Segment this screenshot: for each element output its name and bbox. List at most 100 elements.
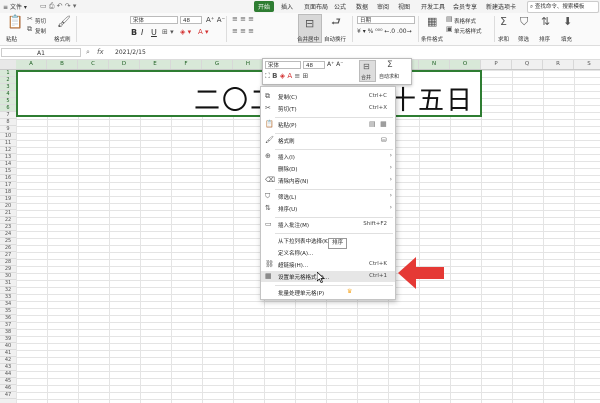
row-header-6[interactable]: 6 [0, 105, 16, 112]
select-all-corner[interactable] [0, 60, 17, 70]
cell-style-button[interactable]: 单元格样式 [454, 27, 482, 35]
fx-icon[interactable]: fx [97, 48, 104, 56]
fill-button[interactable]: 填充 [561, 35, 572, 43]
row-header-37[interactable]: 37 [0, 322, 16, 329]
sum-button[interactable]: 求和 [498, 35, 509, 43]
mini-font-size[interactable]: 48 [303, 61, 325, 69]
column-header-r[interactable]: R [543, 60, 574, 69]
menu-batch-process[interactable]: 批量处理单元格(P) ♛ [261, 287, 395, 298]
menu-insert[interactable]: ⊕ 插入(I) › [261, 151, 395, 162]
row-header-4[interactable]: 4 [0, 91, 16, 98]
row-header-35[interactable]: 35 [0, 308, 16, 315]
menu-filter[interactable]: ⛉ 筛选(L) › [261, 191, 395, 202]
row-header-16[interactable]: 16 [0, 175, 16, 182]
file-menu[interactable]: ≡ 文件 ▾ [3, 2, 27, 11]
row-header-12[interactable]: 12 [0, 147, 16, 154]
row-header-43[interactable]: 43 [0, 364, 16, 371]
conditional-format-button[interactable]: 条件格式 [421, 35, 443, 43]
tab-home[interactable]: 开始 [254, 1, 275, 12]
menu-format-cells[interactable]: ▦ 设置单元格格式(F)... Ctrl+1 [261, 271, 395, 282]
underline-button[interactable]: U [151, 28, 157, 37]
column-header-g[interactable]: G [202, 60, 233, 69]
row-header-9[interactable]: 9 [0, 126, 16, 133]
menu-sort[interactable]: ⇅ 排序(U) › [261, 203, 395, 214]
paste-button[interactable]: 粘贴 [6, 35, 17, 43]
column-header-a[interactable]: A [16, 60, 47, 69]
row-header-15[interactable]: 15 [0, 168, 16, 175]
column-header-q[interactable]: Q [512, 60, 543, 69]
paste-options-icons[interactable]: ▤ ▦ [369, 120, 387, 128]
row-header-20[interactable]: 20 [0, 203, 16, 210]
sort-button[interactable]: 排序 [539, 35, 550, 43]
align-left-icon[interactable]: ≡ ≡ ≡ [232, 28, 254, 35]
row-header-24[interactable]: 24 [0, 231, 16, 238]
tab-new[interactable]: 新建选项卡 [486, 2, 516, 11]
row-header-38[interactable]: 38 [0, 329, 16, 336]
filter-button[interactable]: 筛选 [518, 35, 529, 43]
column-header-p[interactable]: P [481, 60, 512, 69]
font-name-select[interactable]: 宋体 [130, 16, 178, 24]
row-header-47[interactable]: 47 [0, 392, 16, 399]
menu-clear-contents[interactable]: ⌫ 清除内容(N) › [261, 175, 395, 186]
menu-hyperlink[interactable]: ⛓ 超链接(H)... Ctrl+K [261, 259, 395, 270]
row-header-41[interactable]: 41 [0, 350, 16, 357]
column-header-c[interactable]: C [78, 60, 109, 69]
row-header-44[interactable]: 44 [0, 371, 16, 378]
menu-cut[interactable]: ✂ 剪切(T) Ctrl+X [261, 103, 395, 114]
row-header-39[interactable]: 39 [0, 336, 16, 343]
tab-page-layout[interactable]: 页面布局 [304, 2, 328, 11]
row-header-28[interactable]: 28 [0, 259, 16, 266]
row-header-17[interactable]: 17 [0, 182, 16, 189]
menu-paste[interactable]: 📋 粘贴(P) ▤ ▦ [261, 119, 395, 130]
font-size-select[interactable]: 48 [180, 16, 202, 24]
tab-view[interactable]: 视图 [398, 2, 410, 11]
mini-format-icons[interactable]: ⛶ B ◈ A ≡ ⊞ [265, 72, 308, 81]
tab-member[interactable]: 会员专享 [453, 2, 477, 11]
number-format-icons[interactable]: ¥ ▾ % ⁰⁰⁰ ←.0 .00→ [357, 28, 412, 35]
italic-button[interactable]: I [141, 28, 143, 37]
column-header-d[interactable]: D [109, 60, 140, 69]
row-header-32[interactable]: 32 [0, 287, 16, 294]
copy-button[interactable]: 复制 [35, 27, 46, 35]
quick-access-icons[interactable]: ▭ ⎙ ↶ ↷ ▾ [40, 2, 76, 11]
number-format-select[interactable]: 日期 [357, 16, 415, 24]
column-header-e[interactable]: E [140, 60, 171, 69]
column-header-f[interactable]: F [171, 60, 202, 69]
tab-review[interactable]: 审阅 [377, 2, 389, 11]
row-header-31[interactable]: 31 [0, 280, 16, 287]
column-header-n[interactable]: N [419, 60, 450, 69]
align-top-icon[interactable]: ≡ ≡ ≡ [232, 16, 254, 23]
column-header-h[interactable]: H [233, 60, 264, 69]
row-header-36[interactable]: 36 [0, 315, 16, 322]
tab-data[interactable]: 数据 [356, 2, 368, 11]
tab-insert[interactable]: 插入 [281, 2, 293, 11]
fill-color-icon[interactable]: ◈ ▾ [180, 29, 191, 36]
tab-formulas[interactable]: 公式 [334, 2, 346, 11]
column-header-o[interactable]: O [450, 60, 481, 69]
row-header-30[interactable]: 30 [0, 273, 16, 280]
tab-developer[interactable]: 开发工具 [421, 2, 445, 11]
row-header-13[interactable]: 13 [0, 154, 16, 161]
row-header-25[interactable]: 25 [0, 238, 16, 245]
row-header-23[interactable]: 23 [0, 224, 16, 231]
row-header-34[interactable]: 34 [0, 301, 16, 308]
row-header-2[interactable]: 2 [0, 77, 16, 84]
row-header-7[interactable]: 7 [0, 112, 16, 119]
menu-delete[interactable]: 删除(D) › [261, 163, 395, 174]
row-header-42[interactable]: 42 [0, 357, 16, 364]
row-header-40[interactable]: 40 [0, 343, 16, 350]
row-header-3[interactable]: 3 [0, 84, 16, 91]
mini-autosum-button[interactable]: 自动求和 [379, 73, 399, 80]
column-header-b[interactable]: B [47, 60, 78, 69]
row-header-18[interactable]: 18 [0, 189, 16, 196]
mini-font-name[interactable]: 宋体 [265, 61, 301, 69]
font-grow-icon[interactable]: A⁺ A⁻ [206, 16, 225, 24]
formula-input[interactable]: 2021/2/15 [115, 49, 146, 56]
row-header-21[interactable]: 21 [0, 210, 16, 217]
row-header-14[interactable]: 14 [0, 161, 16, 168]
column-header-s[interactable]: S [574, 60, 600, 69]
search-box[interactable]: ⌕ 查找命令、搜索模板 [527, 1, 599, 13]
row-header-45[interactable]: 45 [0, 378, 16, 385]
row-header-1[interactable]: 1 [0, 70, 16, 77]
wrap-text-button[interactable]: 自动换行 [324, 35, 346, 43]
